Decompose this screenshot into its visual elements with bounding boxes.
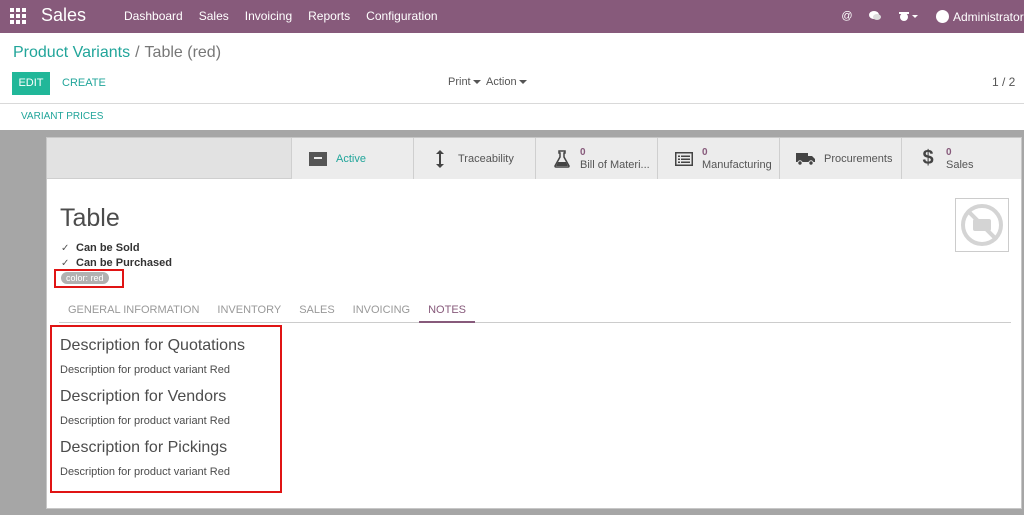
tab-general-information[interactable]: GENERAL INFORMATION xyxy=(59,301,208,323)
smart-button-label: Sales xyxy=(946,158,974,171)
list-icon xyxy=(674,149,694,169)
truck-icon xyxy=(796,149,816,169)
tab-invoicing[interactable]: INVOICING xyxy=(344,301,419,323)
at-sign-icon[interactable]: @ xyxy=(840,9,854,23)
traceability-smart-button[interactable]: Traceability xyxy=(413,138,535,179)
menu-item-dashboard[interactable]: Dashboard xyxy=(116,0,191,33)
breadcrumb-parent[interactable]: Product Variants xyxy=(13,44,130,61)
can-be-purchased-label: Can be Purchased xyxy=(76,257,172,269)
action-label: Action xyxy=(486,76,517,88)
attribute-tag: color: red xyxy=(61,272,109,284)
can-be-sold-checkbox[interactable]: ✓ Can be Sold xyxy=(61,242,140,254)
pager[interactable]: 1 / 2 xyxy=(992,75,1015,89)
quotation-description-text[interactable]: Description for product variant Red xyxy=(60,364,230,376)
main-menu: Dashboard Sales Invoicing Reports Config… xyxy=(116,0,446,33)
menu-item-invoicing[interactable]: Invoicing xyxy=(237,0,300,33)
breadcrumb: Product Variants / Table (red) xyxy=(13,44,221,62)
bug-icon[interactable] xyxy=(898,9,920,23)
top-navbar: Sales Dashboard Sales Invoicing Reports … xyxy=(0,0,1024,33)
chat-icon[interactable] xyxy=(868,9,882,23)
manufacturing-smart-button[interactable]: 0 Manufacturing xyxy=(657,138,779,179)
dollar-icon: $ xyxy=(922,147,934,169)
bom-smart-button[interactable]: 0 Bill of Materi... xyxy=(535,138,657,179)
active-smart-button[interactable]: Active xyxy=(291,138,413,179)
create-button[interactable]: CREATE xyxy=(55,72,113,95)
divider xyxy=(0,103,1024,104)
checkmark-icon: ✓ xyxy=(61,257,70,269)
form-sheet: Active Traceability 0 Bill of Materi... 0… xyxy=(46,137,1022,509)
flask-icon xyxy=(552,149,572,169)
product-name: Table xyxy=(60,204,120,232)
procurements-smart-button[interactable]: Procurements xyxy=(779,138,901,179)
breadcrumb-separator: / xyxy=(135,44,140,61)
user-menu[interactable]: Administrator ( xyxy=(936,0,1024,33)
smart-button-count: 0 xyxy=(702,146,708,158)
smart-button-label: Bill of Materi... xyxy=(580,158,650,171)
tab-notes[interactable]: NOTES xyxy=(419,301,476,323)
print-label: Print xyxy=(448,76,471,88)
can-be-purchased-checkbox[interactable]: ✓ Can be Purchased xyxy=(61,257,172,269)
breadcrumb-current: Table (red) xyxy=(144,44,222,61)
quotation-description-heading: Description for Quotations xyxy=(60,337,245,354)
smart-button-count: 0 xyxy=(946,146,952,158)
sales-smart-button[interactable]: $ 0 Sales xyxy=(901,138,1021,179)
archive-icon xyxy=(308,149,328,169)
menu-item-configuration[interactable]: Configuration xyxy=(358,0,445,33)
smart-button-label: Procurements xyxy=(824,152,893,165)
picking-description-text[interactable]: Description for product variant Red xyxy=(60,466,230,478)
arrows-vertical-icon xyxy=(430,149,450,169)
vendor-description-text[interactable]: Description for product variant Red xyxy=(60,415,230,427)
smart-button-label: Manufacturing xyxy=(702,158,772,171)
tab-inventory[interactable]: INVENTORY xyxy=(208,301,290,323)
action-dropdown[interactable]: Action xyxy=(486,72,527,92)
smart-button-count: 0 xyxy=(580,146,586,158)
edit-button[interactable]: EDIT xyxy=(12,72,50,95)
checkmark-icon: ✓ xyxy=(61,242,70,254)
user-name: Administrator ( xyxy=(953,9,1024,24)
print-dropdown[interactable]: Print xyxy=(448,72,481,92)
smart-button-label: Traceability xyxy=(458,152,514,165)
can-be-sold-label: Can be Sold xyxy=(76,242,140,254)
chevron-down-icon xyxy=(472,80,481,85)
menu-item-sales[interactable]: Sales xyxy=(191,0,237,33)
notebook-tabs: GENERAL INFORMATION INVENTORY SALES INVO… xyxy=(59,301,1011,323)
vendor-description-heading: Description for Vendors xyxy=(60,388,227,405)
tab-sales[interactable]: SALES xyxy=(290,301,343,323)
variant-prices-button[interactable]: VARIANT PRICES xyxy=(21,111,103,122)
product-image[interactable] xyxy=(955,198,1009,252)
apps-grid-icon[interactable] xyxy=(10,8,26,24)
picking-description-heading: Description for Pickings xyxy=(60,439,228,456)
menu-item-reports[interactable]: Reports xyxy=(300,0,358,33)
app-brand: Sales xyxy=(41,5,87,25)
avatar xyxy=(936,10,949,23)
chevron-down-icon xyxy=(518,80,527,85)
no-image-icon xyxy=(961,204,1003,246)
smart-button-label: Active xyxy=(336,152,366,165)
smart-button-box: Active Traceability 0 Bill of Materi... 0… xyxy=(47,138,1021,179)
